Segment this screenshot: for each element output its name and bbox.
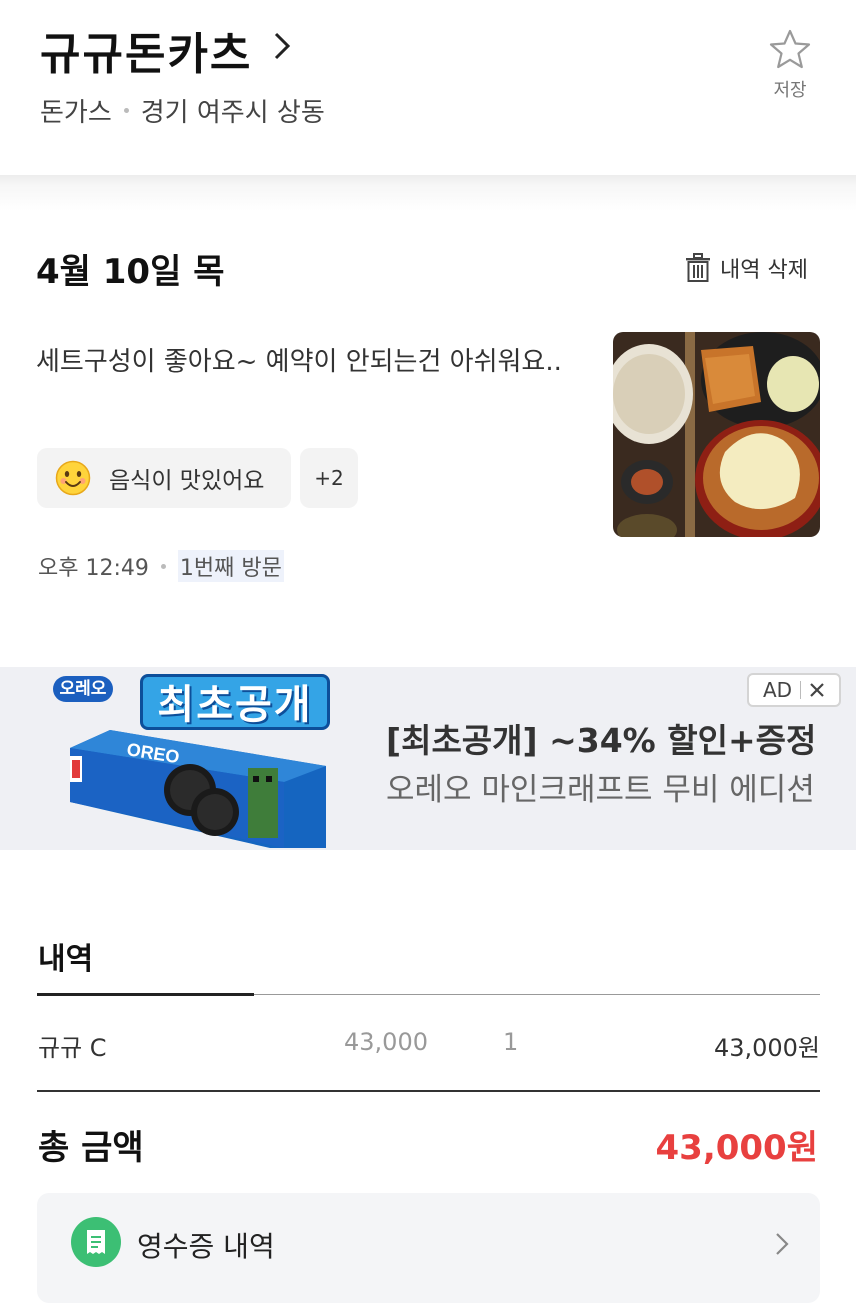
delete-history-button[interactable]: 내역 삭제 <box>684 252 808 284</box>
receipt-label: 영수증 내역 <box>137 1230 275 1263</box>
ad-subline: 오레오 마인크래프트 무비 에디션 <box>386 772 815 808</box>
delete-label: 내역 삭제 <box>720 258 808 283</box>
total-label: 총 금액 <box>38 1128 144 1168</box>
order-item-price: 43,000 <box>344 1028 428 1056</box>
store-name[interactable]: 규규돈카츠 <box>40 18 252 82</box>
order-item-name: 규규 C <box>38 1034 107 1062</box>
separator-dot <box>160 563 166 569</box>
ad-label: AD <box>762 678 793 702</box>
review-text: 세트구성이 좋아요~ 예약이 안되는건 아쉬워요.. <box>36 347 562 377</box>
visit-info: 오후 12:49 1번째 방문 <box>38 550 284 582</box>
ad-product-image: OREO <box>70 730 326 848</box>
star-icon <box>769 29 811 69</box>
order-item-qty: 1 <box>503 1028 519 1056</box>
review-tag-label: 음식이 맛있어요 <box>109 468 265 494</box>
divider <box>37 1090 820 1092</box>
section-divider <box>0 175 856 211</box>
smiley-icon <box>55 460 91 496</box>
trash-icon <box>686 253 710 282</box>
receipt-history-button[interactable]: 영수증 내역 <box>37 1193 820 1303</box>
ad-headline: [최초공개] ~34% 할인+증정 <box>386 721 817 760</box>
store-location: 경기 여주시 상동 <box>140 98 325 128</box>
store-header: 규규돈카츠 돈가스 경기 여주시 상동 저장 <box>0 0 856 175</box>
store-meta: 돈가스 경기 여주시 상동 <box>40 92 325 129</box>
chevron-right-icon <box>776 1233 789 1255</box>
food-photo[interactable] <box>613 332 820 537</box>
order-item-total: 43,000원 <box>713 1034 820 1062</box>
store-category: 돈가스 <box>40 98 112 128</box>
separator-dot <box>123 108 129 113</box>
save-button[interactable]: 저장 <box>760 28 820 118</box>
more-tags-chip[interactable]: +2 <box>300 448 358 508</box>
ad-brand-title: 최초공개 <box>140 674 330 730</box>
review-tag-chip[interactable]: 음식이 맛있어요 <box>37 448 291 508</box>
receipt-icon <box>71 1217 121 1267</box>
total-amount: 43,000원 <box>655 1128 818 1168</box>
close-icon[interactable] <box>809 682 825 698</box>
visit-time: 오후 12:49 <box>38 556 149 581</box>
visit-date: 4월 10일 목 <box>36 252 225 292</box>
ad-badge[interactable]: AD <box>747 673 841 707</box>
save-label: 저장 <box>773 80 807 101</box>
ad-badge-separator <box>800 681 802 699</box>
order-section-title: 내역 <box>38 942 94 977</box>
chevron-right-icon[interactable] <box>268 28 298 64</box>
document-icon <box>87 1230 105 1254</box>
ad-brand-logo: 오레오 <box>53 676 113 702</box>
tab-underline <box>37 993 254 996</box>
visit-count: 1번째 방문 <box>177 550 284 582</box>
more-tags-count: +2 <box>314 466 344 490</box>
